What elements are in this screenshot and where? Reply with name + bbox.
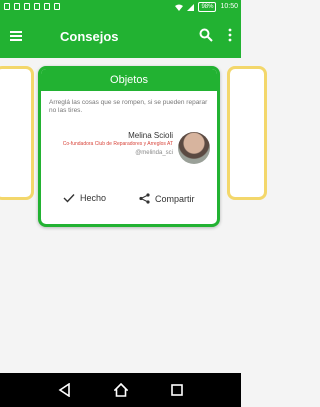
notification-icon [44,3,50,10]
previous-tip-card[interactable] [0,66,34,200]
author-name: Melina Scioli [128,131,173,140]
share-label: Compartir [155,193,195,204]
back-triangle-icon[interactable] [58,383,72,397]
notification-icon [34,3,40,10]
search-icon[interactable] [199,28,213,42]
checkmark-icon [63,194,75,203]
notification-icon [14,3,20,10]
more-vertical-icon[interactable] [227,28,233,42]
signal-icon [187,3,195,11]
battery-indicator: 98% [198,2,217,12]
done-label: Hecho [80,193,107,203]
notification-icon [54,3,60,10]
tip-quote: Arreglá las cosas que se rompen, si se p… [49,99,208,114]
author-handle[interactable]: @melinda_sci [49,149,173,157]
tip-category: Objetos [41,69,217,91]
author-block: Melina Scioli Co-fundadora Club de Repar… [49,131,173,157]
notification-icon [24,3,30,10]
card-actions: Hecho Compartir [41,193,217,213]
author-role: Co-fundadora Club de Reparadores y Arreg… [62,141,173,147]
recents-square-icon[interactable] [170,383,184,397]
status-system-icons: 98% 10:50 [175,2,238,12]
hamburger-icon[interactable] [10,29,24,43]
avatar [178,132,210,164]
next-tip-card[interactable] [227,66,267,200]
page-title: Consejos [60,29,119,44]
share-icon [139,193,150,204]
tip-card: Objetos Arreglá las cosas que se rompen,… [38,66,220,227]
wifi-icon [175,4,184,11]
share-button[interactable]: Compartir [139,193,195,204]
status-bar: 98% 10:50 [0,0,241,16]
notification-icon [4,3,10,10]
app-bar: Consejos [0,16,241,58]
navigation-bar [0,373,241,407]
status-notification-icons [4,3,60,10]
done-button[interactable]: Hecho [63,193,106,203]
clock: 10:50 [220,3,238,10]
home-icon[interactable] [114,383,128,397]
